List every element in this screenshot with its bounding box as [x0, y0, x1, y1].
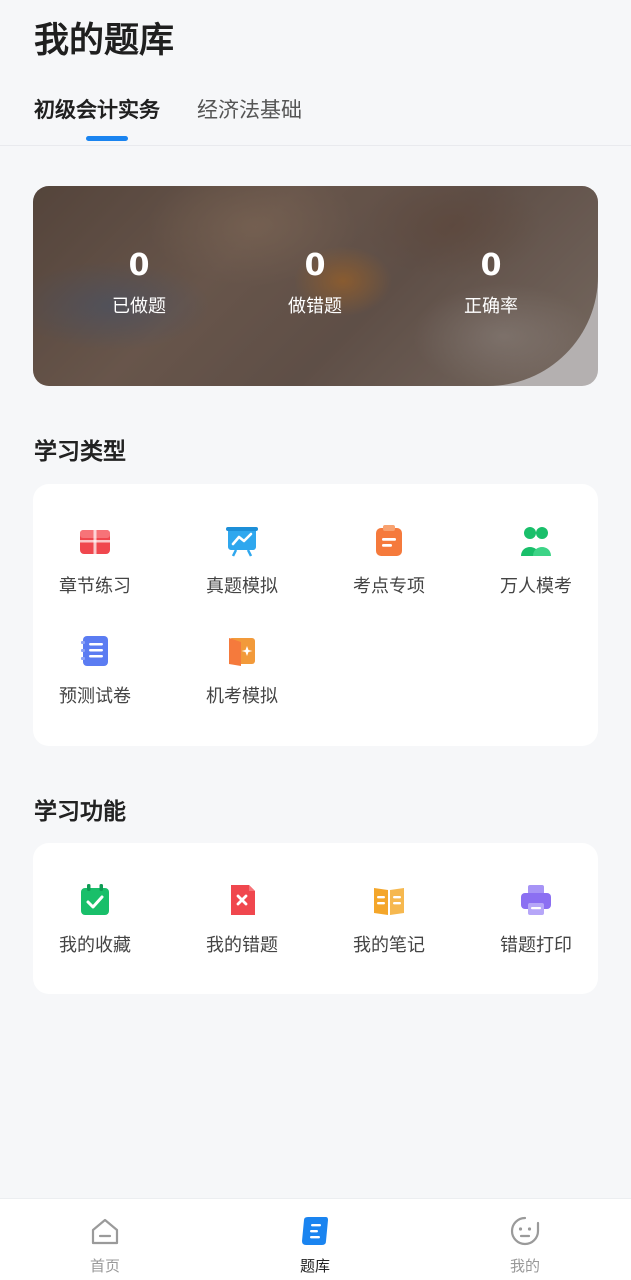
- mass-mock-exam-icon: [521, 527, 551, 556]
- stat-label: 已做题: [112, 296, 166, 317]
- mass-mock-exam-button[interactable]: 万人模考: [474, 524, 598, 598]
- home-icon: [91, 1218, 119, 1245]
- stat-wrong: 0 做错题: [235, 246, 395, 318]
- notes-book-icon: [374, 888, 404, 915]
- profile-icon: [510, 1216, 540, 1246]
- nav-label: 首页: [89, 1257, 120, 1275]
- key-points-button[interactable]: 考点专项: [327, 524, 451, 598]
- my-wrong-questions-button[interactable]: 我的错题: [180, 883, 304, 957]
- active-tab-indicator: [86, 136, 128, 141]
- stat-done: 0 已做题: [59, 246, 219, 318]
- subject-tabs: 初级会计实务 经济法基础: [0, 90, 631, 146]
- section-title-study-functions: 学习功能: [34, 799, 126, 825]
- print-wrong-questions-button[interactable]: 错题打印: [474, 883, 598, 957]
- stats-banner: 0 已做题 0 做错题 0 正确率: [33, 186, 598, 386]
- nav-profile[interactable]: 我的: [475, 1215, 575, 1276]
- item-label: 我的笔记: [353, 935, 425, 956]
- nav-home[interactable]: 首页: [55, 1215, 155, 1276]
- item-label: 考点专项: [353, 576, 425, 597]
- key-points-icon: [376, 525, 402, 556]
- section-title-study-types: 学习类型: [34, 439, 126, 465]
- item-label: 真题模拟: [206, 576, 278, 597]
- stat-value: 0: [304, 248, 326, 283]
- predicted-paper-icon: [81, 636, 108, 666]
- item-label: 错题打印: [500, 935, 572, 956]
- stat-value: 0: [128, 248, 150, 283]
- computer-exam-button[interactable]: 机考模拟: [180, 634, 304, 708]
- item-label: 我的收藏: [59, 935, 131, 956]
- study-functions-card: 我的收藏 我的错题 我的笔记 错题打印: [33, 843, 598, 994]
- nav-label: 我的: [509, 1257, 540, 1275]
- item-label: 我的错题: [206, 935, 278, 956]
- question-bank-icon: [302, 1217, 328, 1245]
- study-types-card: 章节练习 真题模拟 考点专项 万人模考 预测试卷 机考模拟: [33, 484, 598, 746]
- nav-question-bank[interactable]: 题库: [265, 1215, 365, 1276]
- tab-economic-law[interactable]: 经济法基础: [197, 94, 302, 124]
- favorites-calendar-icon: [81, 884, 109, 915]
- stat-value: 0: [480, 248, 502, 283]
- predicted-paper-button[interactable]: 预测试卷: [33, 634, 157, 708]
- item-label: 章节练习: [59, 576, 131, 597]
- past-exam-button[interactable]: 真题模拟: [180, 524, 304, 598]
- stat-label: 正确率: [464, 296, 518, 317]
- my-favorites-button[interactable]: 我的收藏: [33, 883, 157, 957]
- bottom-tab-bar: 首页 题库 我的: [0, 1198, 631, 1280]
- page-title: 我的题库: [34, 21, 175, 61]
- computer-exam-icon: [229, 638, 255, 666]
- wrong-questions-icon: [231, 885, 255, 915]
- past-exam-icon: [226, 527, 258, 557]
- nav-label: 题库: [299, 1257, 330, 1275]
- stat-label: 做错题: [288, 296, 342, 317]
- item-label: 万人模考: [500, 576, 572, 597]
- chapter-practice-icon: [80, 530, 110, 554]
- item-label: 预测试卷: [59, 686, 131, 707]
- item-label: 机考模拟: [206, 686, 278, 707]
- my-notes-button[interactable]: 我的笔记: [327, 883, 451, 957]
- printer-icon: [521, 885, 551, 915]
- stat-accuracy: 0 正确率: [411, 246, 571, 318]
- chapter-practice-button[interactable]: 章节练习: [33, 524, 157, 598]
- tab-accounting-practice[interactable]: 初级会计实务: [34, 94, 160, 124]
